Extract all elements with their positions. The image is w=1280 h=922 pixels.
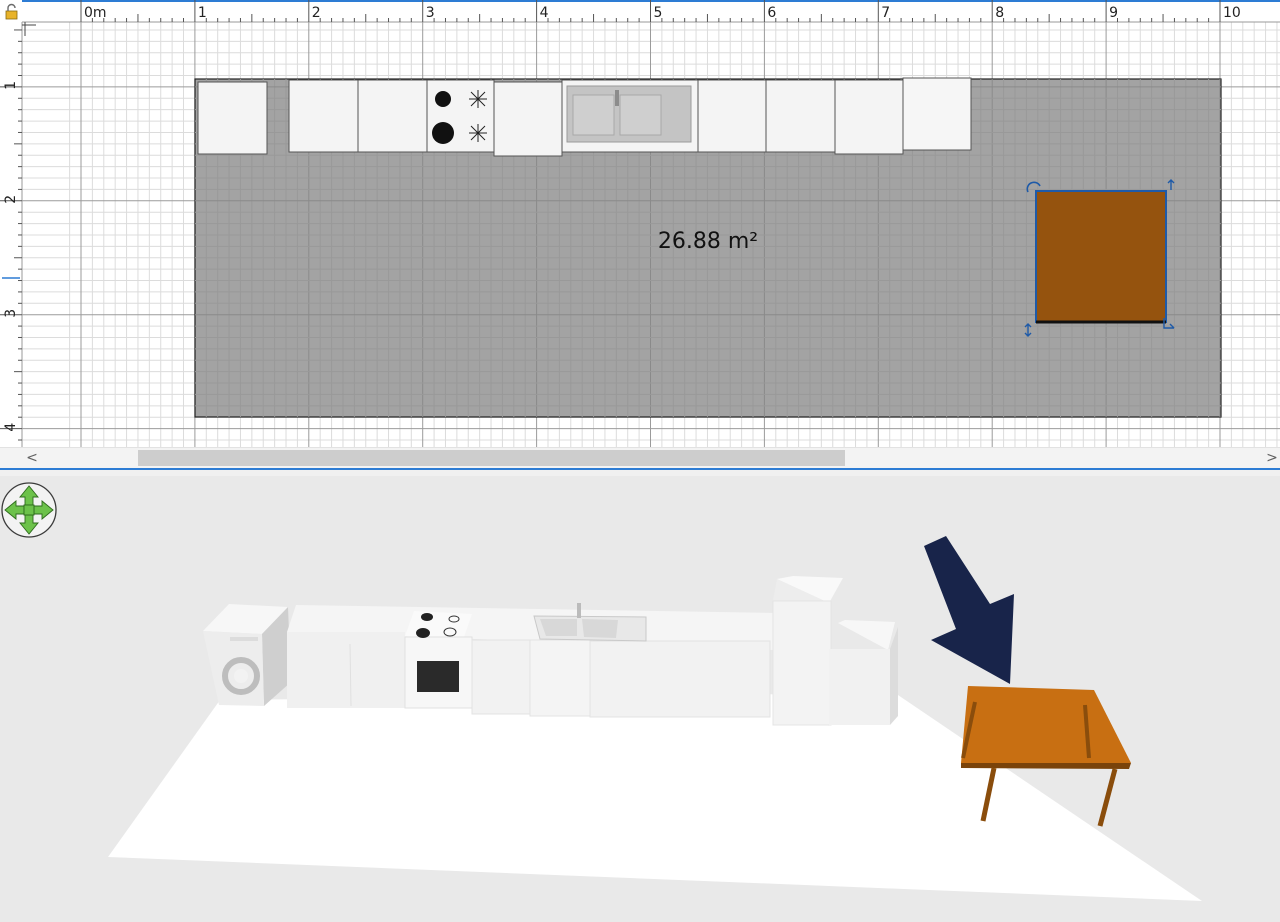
room-area-label: 26.88 m² — [658, 229, 758, 254]
table-leg — [1097, 768, 1118, 827]
kitchen-cabinets-plan[interactable] — [197, 77, 972, 157]
burner-icon — [469, 90, 487, 108]
ruler-x-label: 6 — [767, 5, 776, 21]
cabinet-plan[interactable] — [288, 79, 359, 153]
ruler-y-label: 2 — [3, 195, 19, 204]
horizontal-scrollbar[interactable]: < > — [0, 447, 1280, 468]
3d-view[interactable] — [0, 476, 1280, 922]
navigation-arrows-icon[interactable] — [0, 480, 58, 542]
cabinet-plan[interactable] — [493, 81, 563, 157]
ruler-x-label: 9 — [1109, 5, 1118, 21]
horizontal-ruler: 0m 1 2 3 4 5 6 7 8 9 10 — [0, 0, 1280, 23]
burner-icon — [421, 613, 433, 621]
scroll-right-arrow-icon[interactable]: > — [1262, 448, 1280, 468]
ruler-y-label: 3 — [3, 309, 19, 318]
ruler-x-label: 5 — [654, 5, 663, 21]
table-top-3d[interactable] — [961, 686, 1131, 763]
scrollbar-thumb[interactable] — [138, 450, 845, 466]
pointer-arrow-annotation — [924, 536, 1014, 684]
cabinet-plan[interactable] — [697, 79, 767, 153]
cabinet-plan[interactable] — [765, 79, 836, 153]
sink-cabinet-3d[interactable] — [529, 639, 591, 717]
burner-icon — [432, 122, 454, 144]
faucet-3d — [577, 603, 581, 618]
ruler-x-label: 0m — [84, 5, 107, 21]
selected-table-plan[interactable] — [1024, 179, 1175, 337]
faucet-plan — [615, 90, 619, 106]
scroll-left-arrow-icon[interactable]: < — [22, 448, 42, 468]
ruler-x-label: 1 — [198, 5, 207, 21]
ruler-x-label: 10 — [1223, 5, 1241, 21]
cabinet-3d[interactable] — [829, 620, 898, 725]
vertical-ruler: 1 2 3 4 — [0, 22, 23, 447]
burner-icon — [469, 124, 487, 142]
ruler-y-label: 4 — [3, 423, 19, 432]
pane-splitter[interactable] — [0, 468, 1280, 476]
cabinet-plan[interactable] — [197, 81, 268, 155]
ruler-x-label: 4 — [540, 5, 549, 21]
cabinet-plan[interactable] — [357, 79, 428, 153]
counter-3d[interactable] — [287, 603, 776, 718]
washing-machine-3d[interactable] — [203, 604, 291, 706]
oven-window-icon — [417, 661, 459, 692]
corner-marker — [22, 22, 36, 36]
plan-view[interactable]: 26.88 m² 0m 1 2 3 4 5 6 7 8 9 10 1 2 3 4 < … — [0, 0, 1280, 468]
ruler-x-label: 7 — [881, 5, 890, 21]
cabinet-plan[interactable] — [834, 79, 904, 155]
sink-basin-plan — [619, 94, 662, 136]
burner-icon — [435, 91, 451, 107]
burner-icon — [416, 628, 430, 638]
ruler-y-label: 1 — [3, 81, 19, 90]
ruler-x-label: 2 — [312, 5, 321, 21]
table-plan[interactable] — [1035, 190, 1167, 323]
ruler-x-label: 3 — [426, 5, 435, 21]
sink-basin-plan — [572, 94, 615, 136]
ruler-x-label: 8 — [995, 5, 1004, 21]
fridge-plan[interactable] — [902, 77, 972, 151]
plan-canvas[interactable]: 26.88 m² 0m 1 2 3 4 5 6 7 8 9 10 1 2 3 4 — [0, 0, 1280, 447]
